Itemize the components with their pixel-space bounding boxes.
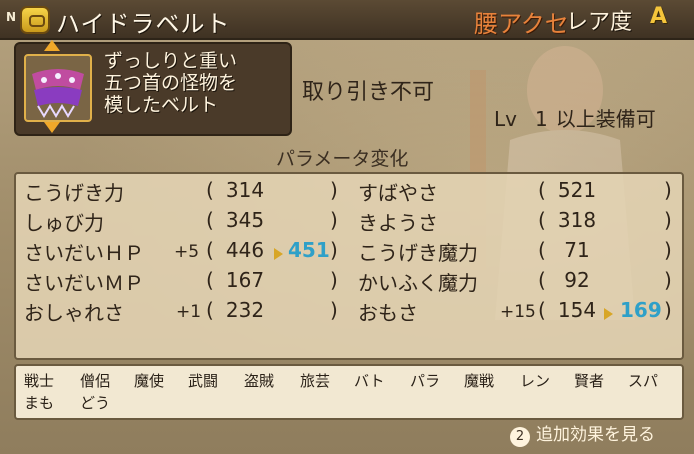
stat-name: かいふく魔力 <box>358 271 478 295</box>
paren-open: ( <box>538 268 546 292</box>
parameter-title: パラメータ変化 <box>276 148 409 170</box>
stat-name: さいだいＭＰ <box>24 271 144 295</box>
stat-value: 232 <box>225 298 265 322</box>
paren-open: ( <box>206 178 214 202</box>
stat-value: 318 <box>557 208 597 232</box>
more-effects-button[interactable]: 2 追加効果を見る <box>510 420 655 447</box>
job-item: 武闘 <box>188 372 219 390</box>
stat-value: 167 <box>225 268 265 292</box>
item-category: 腰アクセ <box>474 10 569 38</box>
arrow-up-icon[interactable] <box>44 40 60 51</box>
belt-slot-icon <box>20 6 50 34</box>
stat-bonus: +5 <box>174 242 200 262</box>
level-prefix: Lv <box>494 107 517 131</box>
stat-value: 446 <box>225 238 265 262</box>
stat-value: 92 <box>564 268 590 292</box>
arrow-right-icon <box>604 308 613 320</box>
stat-name: しゅび力 <box>24 211 104 235</box>
paren-close: ) <box>664 178 672 202</box>
job-item: 魔使 <box>134 372 165 390</box>
paren-open: ( <box>206 298 214 322</box>
stat-value: 71 <box>564 238 590 262</box>
stat-name: おしゃれさ <box>24 301 124 325</box>
level-requirement: Lv 1 以上装備可 <box>494 103 656 132</box>
more-effects-label: 追加効果を見る <box>536 425 655 445</box>
title-bar: N ハイドラベルト 腰アクセ レア度 A <box>0 0 694 40</box>
paren-close: ) <box>664 238 672 262</box>
stat-name: さいだいＨＰ <box>24 241 144 265</box>
arrow-right-icon <box>274 248 283 260</box>
stat-bonus: +1 <box>176 302 202 322</box>
stat-value: 345 <box>225 208 265 232</box>
paren-close: ) <box>330 238 338 262</box>
description-line: 五つ首の怪物を <box>104 72 238 94</box>
job-item: 魔戦 <box>464 372 495 390</box>
job-list: 戦士 僧侶 魔使 武闘 盗賊 旅芸 バト パラ 魔戦 レン 賢者 スパ まも ど… <box>14 364 684 420</box>
item-name: ハイドラベルト <box>56 10 231 38</box>
rarity-label: レア度 <box>566 10 633 35</box>
rarity-value: A <box>650 4 668 29</box>
paren-close: ) <box>330 298 338 322</box>
stat-value: 521 <box>557 178 597 202</box>
job-item: スパ <box>628 372 659 390</box>
paren-open: ( <box>206 238 214 262</box>
stat-name: こうげき魔力 <box>358 241 478 265</box>
paren-open: ( <box>538 298 546 322</box>
item-image <box>24 54 92 122</box>
stat-value: 154 <box>557 298 597 322</box>
button-2-icon: 2 <box>510 427 530 447</box>
job-item: バト <box>354 372 385 390</box>
stat-name: きようさ <box>358 211 438 235</box>
job-item: 盗賊 <box>244 372 275 390</box>
paren-open: ( <box>206 268 214 292</box>
arrow-down-icon[interactable] <box>44 122 60 133</box>
stat-value: 314 <box>225 178 265 202</box>
stat-bonus: +15 <box>500 302 536 322</box>
paren-open: ( <box>538 238 546 262</box>
paren-close: ) <box>330 268 338 292</box>
paren-open: ( <box>538 208 546 232</box>
stat-name: おもさ <box>358 301 418 325</box>
slot-badge: N <box>6 10 17 24</box>
stat-name: こうげき力 <box>24 181 124 205</box>
stat-new-value: 169 <box>620 298 662 322</box>
paren-close: ) <box>664 208 672 232</box>
job-item: パラ <box>410 372 441 390</box>
paren-close: ) <box>664 268 672 292</box>
equipment-window: N ハイドラベルト 腰アクセ レア度 A ずっしりと重い 五つ首の怪物を 模した… <box>0 0 694 454</box>
paren-close: ) <box>330 178 338 202</box>
job-item: 戦士 <box>24 372 55 390</box>
job-item: 僧侶 <box>80 372 111 390</box>
paren-open: ( <box>206 208 214 232</box>
level-suffix: 以上装備可 <box>555 107 656 131</box>
stat-name: すばやさ <box>358 181 438 205</box>
item-description: ずっしりと重い 五つ首の怪物を 模したベルト <box>104 50 237 116</box>
job-item: レン <box>520 372 551 390</box>
description-line: 模したベルト <box>104 94 219 116</box>
job-item: どう <box>80 394 111 412</box>
trade-status: 取り引き不可 <box>302 80 435 105</box>
stat-new-value: 451 <box>288 238 330 262</box>
job-item: 旅芸 <box>300 372 331 390</box>
paren-open: ( <box>538 178 546 202</box>
job-item: 賢者 <box>574 372 605 390</box>
description-line: ずっしりと重い <box>104 50 238 72</box>
level-value: 1 <box>534 107 548 131</box>
paren-close: ) <box>664 298 672 322</box>
paren-close: ) <box>330 208 338 232</box>
stats-panel: こうげき力 ( 314 ) しゅび力 ( 345 ) さいだいＨＰ +5 ( 4… <box>14 172 684 360</box>
job-item: まも <box>24 394 55 412</box>
hydra-belt-icon <box>32 69 84 118</box>
